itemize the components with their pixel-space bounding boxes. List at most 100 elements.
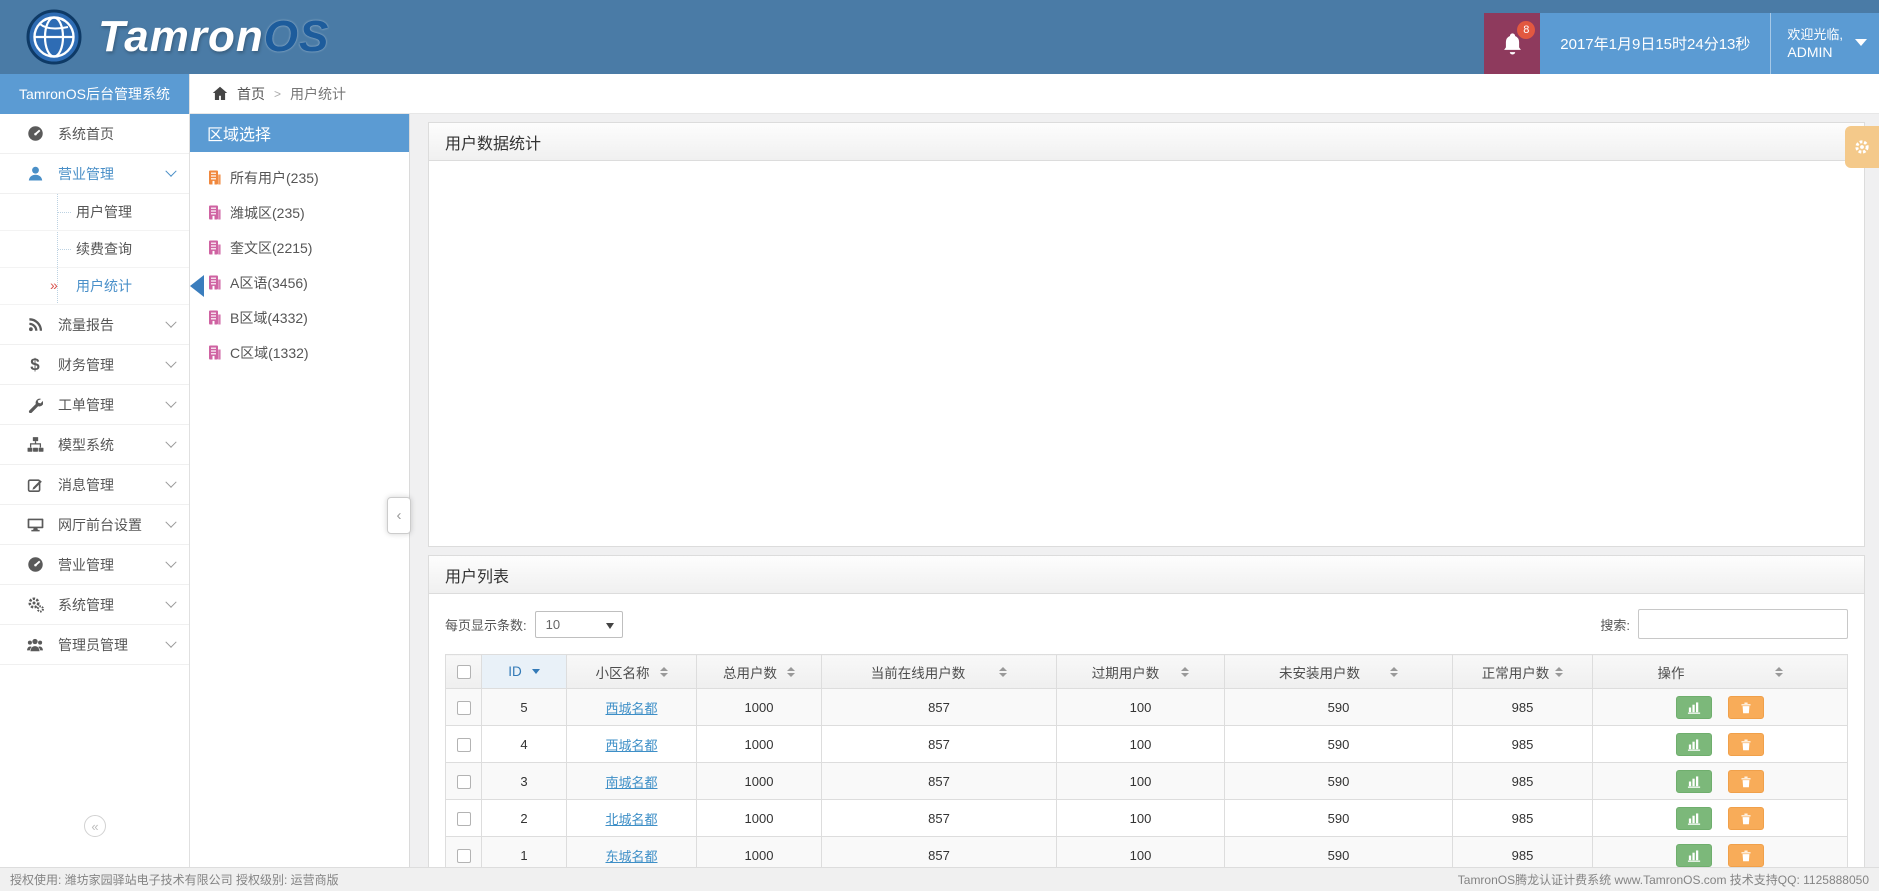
- region-item-all-users[interactable]: 所有用户(235): [190, 160, 409, 195]
- region-item-c[interactable]: C区域(1332): [190, 335, 409, 370]
- sort-icon: [999, 666, 1008, 677]
- per-page-select[interactable]: 10: [534, 610, 623, 638]
- region-panel: 区域选择 所有用户(235) 潍城区(235) 奎文区(2215) A区语(34…: [190, 114, 410, 867]
- sidebar-item-finance[interactable]: $ 财务管理: [0, 345, 189, 385]
- region-collapse-button[interactable]: ‹: [387, 497, 411, 534]
- delete-button[interactable]: [1727, 695, 1764, 719]
- community-link[interactable]: 东城名都: [605, 849, 657, 864]
- sidebar-item-system-management[interactable]: 系统管理: [0, 585, 189, 625]
- home-icon[interactable]: [212, 86, 228, 101]
- cell-uninstalled: 590: [1224, 762, 1453, 800]
- region-panel-title: 区域选择: [190, 114, 409, 152]
- chevron-down-icon: [1855, 39, 1867, 46]
- chart-button[interactable]: [1676, 695, 1713, 719]
- region-item-b[interactable]: B区域(4332): [190, 300, 409, 335]
- sidebar-item-business-2[interactable]: 营业管理: [0, 545, 189, 585]
- column-header-id[interactable]: ID: [481, 654, 567, 689]
- cell-normal: 985: [1452, 725, 1593, 763]
- building-icon: [208, 240, 221, 255]
- delete-button[interactable]: [1727, 806, 1764, 830]
- rss-icon: [24, 317, 46, 333]
- sidebar-item-business[interactable]: 营业管理: [0, 154, 189, 194]
- search-input[interactable]: [1638, 609, 1848, 639]
- tree-connector: [58, 249, 71, 250]
- sidebar-title: TamronOS后台管理系统: [0, 74, 189, 114]
- sidebar-item-work-orders[interactable]: 工单管理: [0, 385, 189, 425]
- row-checkbox[interactable]: [456, 700, 471, 715]
- chevron-down-icon: [165, 596, 177, 608]
- users-icon: [24, 636, 46, 653]
- region-item-a[interactable]: A区语(3456): [190, 265, 409, 300]
- building-icon: [208, 345, 221, 360]
- row-checkbox[interactable]: [456, 848, 471, 863]
- sidebar-collapse-button[interactable]: «: [84, 815, 106, 837]
- row-checkbox[interactable]: [456, 737, 471, 752]
- sidebar-item-admin-management[interactable]: 管理员管理: [0, 625, 189, 665]
- sidebar: TamronOS后台管理系统 系统首页 营业管理 用户管理 续费查询 » 用户统…: [0, 74, 190, 867]
- notifications-button[interactable]: 8: [1484, 13, 1541, 74]
- table-row: 4 西城名都 1000 857 100 590 985: [445, 725, 1848, 763]
- chart-button[interactable]: [1676, 843, 1713, 867]
- sidebar-item-portal-settings[interactable]: 网厅前台设置: [0, 505, 189, 545]
- sidebar-subitem-user-management[interactable]: 用户管理: [0, 194, 189, 231]
- user-menu[interactable]: 欢迎光临, ADMIN: [1770, 13, 1879, 74]
- column-header-actions[interactable]: 操作: [1592, 654, 1848, 689]
- chevron-down-icon: [605, 622, 614, 629]
- column-header-online[interactable]: 当前在线用户数: [821, 654, 1057, 689]
- region-item-kuiwen[interactable]: 奎文区(2215): [190, 230, 409, 265]
- cell-uninstalled: 590: [1224, 725, 1453, 763]
- settings-button[interactable]: [1845, 126, 1879, 168]
- top-bar: TamronOS 8 2017年1月9日15时24分13秒 欢迎光临, ADMI…: [0, 0, 1879, 74]
- cell-total: 1000: [696, 725, 822, 763]
- chart-button[interactable]: [1676, 732, 1713, 756]
- breadcrumb-separator: >: [274, 86, 282, 101]
- gear-icon: [1853, 138, 1871, 156]
- delete-button[interactable]: [1727, 769, 1764, 793]
- row-checkbox[interactable]: [456, 811, 471, 826]
- select-all-checkbox[interactable]: [456, 665, 471, 680]
- column-header-uninstalled[interactable]: 未安装用户数: [1224, 654, 1453, 689]
- footer-license-text: 授权使用: 潍坊家园驿站电子技术有限公司 授权级别: 运营商版: [10, 873, 339, 887]
- delete-button[interactable]: [1727, 732, 1764, 756]
- community-link[interactable]: 西城名都: [605, 701, 657, 716]
- chevron-down-icon: [165, 356, 177, 368]
- dashboard-icon: [24, 556, 46, 573]
- cell-online: 857: [821, 762, 1057, 800]
- chart-button[interactable]: [1676, 806, 1713, 830]
- building-icon: [208, 275, 221, 290]
- user-icon: [24, 165, 46, 182]
- column-header-total[interactable]: 总用户数: [696, 654, 822, 689]
- brand-text: TamronOS: [98, 12, 330, 61]
- sidebar-item-messages[interactable]: 消息管理: [0, 465, 189, 505]
- edit-icon: [24, 477, 46, 493]
- chevron-down-icon: [165, 436, 177, 448]
- sidebar-subitem-renewal-query[interactable]: 续费查询: [0, 231, 189, 268]
- column-header-normal[interactable]: 正常用户数: [1452, 654, 1593, 689]
- chart-button[interactable]: [1676, 769, 1713, 793]
- per-page-control: 每页显示条数: 10: [445, 610, 623, 638]
- cell-uninstalled: 590: [1224, 688, 1453, 726]
- delete-button[interactable]: [1727, 843, 1764, 867]
- sidebar-item-traffic-report[interactable]: 流量报告: [0, 305, 189, 345]
- select-all-header[interactable]: [445, 654, 482, 689]
- breadcrumb: 首页 > 用户统计: [190, 74, 1879, 114]
- row-checkbox[interactable]: [456, 774, 471, 789]
- column-header-name[interactable]: 小区名称: [566, 654, 697, 689]
- community-link[interactable]: 南城名都: [605, 775, 657, 790]
- sidebar-subitem-user-stats[interactable]: » 用户统计: [0, 268, 189, 305]
- breadcrumb-home[interactable]: 首页: [237, 84, 265, 104]
- cell-expired: 100: [1056, 725, 1225, 763]
- cell-id: 3: [481, 762, 567, 800]
- community-link[interactable]: 西城名都: [605, 738, 657, 753]
- region-item-weicheng[interactable]: 潍城区(235): [190, 195, 409, 230]
- cell-id: 4: [481, 725, 567, 763]
- sidebar-item-model-system[interactable]: 模型系统: [0, 425, 189, 465]
- community-link[interactable]: 北城名都: [605, 812, 657, 827]
- user-list-panel: 用户列表 每页显示条数: 10 搜索: ID 小区名称 总用户数 当前在线用户数…: [428, 555, 1865, 875]
- chevron-down-icon: [165, 516, 177, 528]
- datetime-text: 2017年1月9日15时24分13秒: [1560, 36, 1751, 53]
- sidebar-item-home[interactable]: 系统首页: [0, 114, 189, 154]
- column-header-expired[interactable]: 过期用户数: [1056, 654, 1225, 689]
- search-label: 搜索:: [1600, 617, 1630, 633]
- sort-icon: [787, 666, 795, 677]
